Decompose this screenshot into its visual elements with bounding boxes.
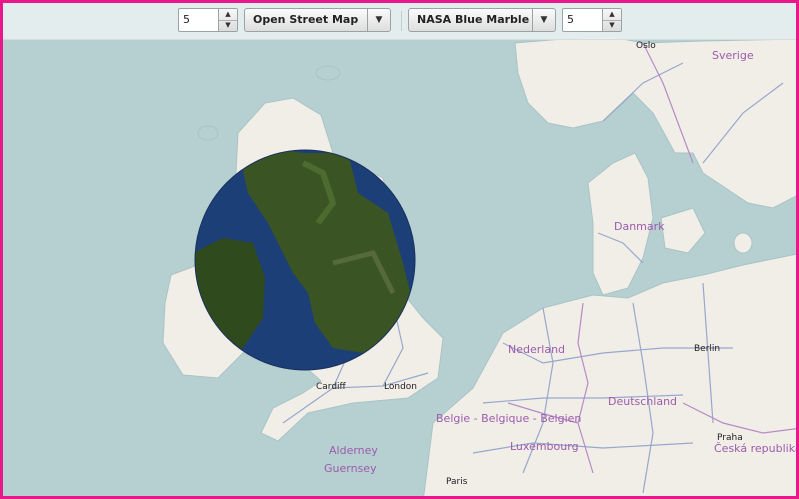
spin-down-icon[interactable]: ▼ xyxy=(603,20,621,31)
toolbar-separator xyxy=(401,11,402,31)
right-zoom-spinbox[interactable]: 5 ▲ ▼ xyxy=(562,8,622,32)
left-zoom-spinbox[interactable]: 5 ▲ ▼ xyxy=(178,8,238,32)
country-label-sverige: Sverige xyxy=(712,49,754,62)
city-label-paris: Paris xyxy=(446,477,468,487)
chevron-down-icon[interactable]: ▼ xyxy=(532,9,555,31)
country-label-danmark: Danmark xyxy=(614,220,665,233)
left-zoom-value[interactable]: 5 xyxy=(183,13,190,26)
right-layer-dropdown[interactable]: NASA Blue Marble ▼ xyxy=(408,8,556,32)
city-label-cardiff: Cardiff xyxy=(316,382,347,392)
city-label-london: London xyxy=(384,382,417,392)
country-label-czech: Česká republika xyxy=(714,442,799,455)
city-label-oslo: Oslo xyxy=(636,41,656,51)
country-label-deutschland: Deutschland xyxy=(608,395,677,408)
left-layer-label: Open Street Map xyxy=(253,13,359,26)
country-label-luxembourg: Luxembourg xyxy=(510,440,579,453)
map-canvas[interactable]: Oslo Sverige Danmark Nederland Berlin De… xyxy=(3,3,799,499)
left-zoom-stepper[interactable]: ▲ ▼ xyxy=(218,9,237,31)
map-toolbar: 5 ▲ ▼ Open Street Map ▼ NASA Blue Marble… xyxy=(3,3,796,40)
right-layer-label: NASA Blue Marble xyxy=(417,13,530,26)
right-zoom-stepper[interactable]: ▲ ▼ xyxy=(602,9,621,31)
chevron-down-icon[interactable]: ▼ xyxy=(367,9,390,31)
city-label-berlin: Berlin xyxy=(694,344,720,354)
island-label-guernsey: Guernsey xyxy=(324,462,377,475)
spin-down-icon[interactable]: ▼ xyxy=(219,20,237,31)
bornholm-landmass xyxy=(733,232,753,254)
island-label-alderney: Alderney xyxy=(329,444,378,457)
country-label-nederland: Nederland xyxy=(508,343,565,356)
map-viewer: Oslo Sverige Danmark Nederland Berlin De… xyxy=(0,0,799,499)
country-label-belgium: Belgie - Belgique - Belgien xyxy=(436,412,581,425)
left-layer-dropdown[interactable]: Open Street Map ▼ xyxy=(244,8,391,32)
right-zoom-value[interactable]: 5 xyxy=(567,13,574,26)
